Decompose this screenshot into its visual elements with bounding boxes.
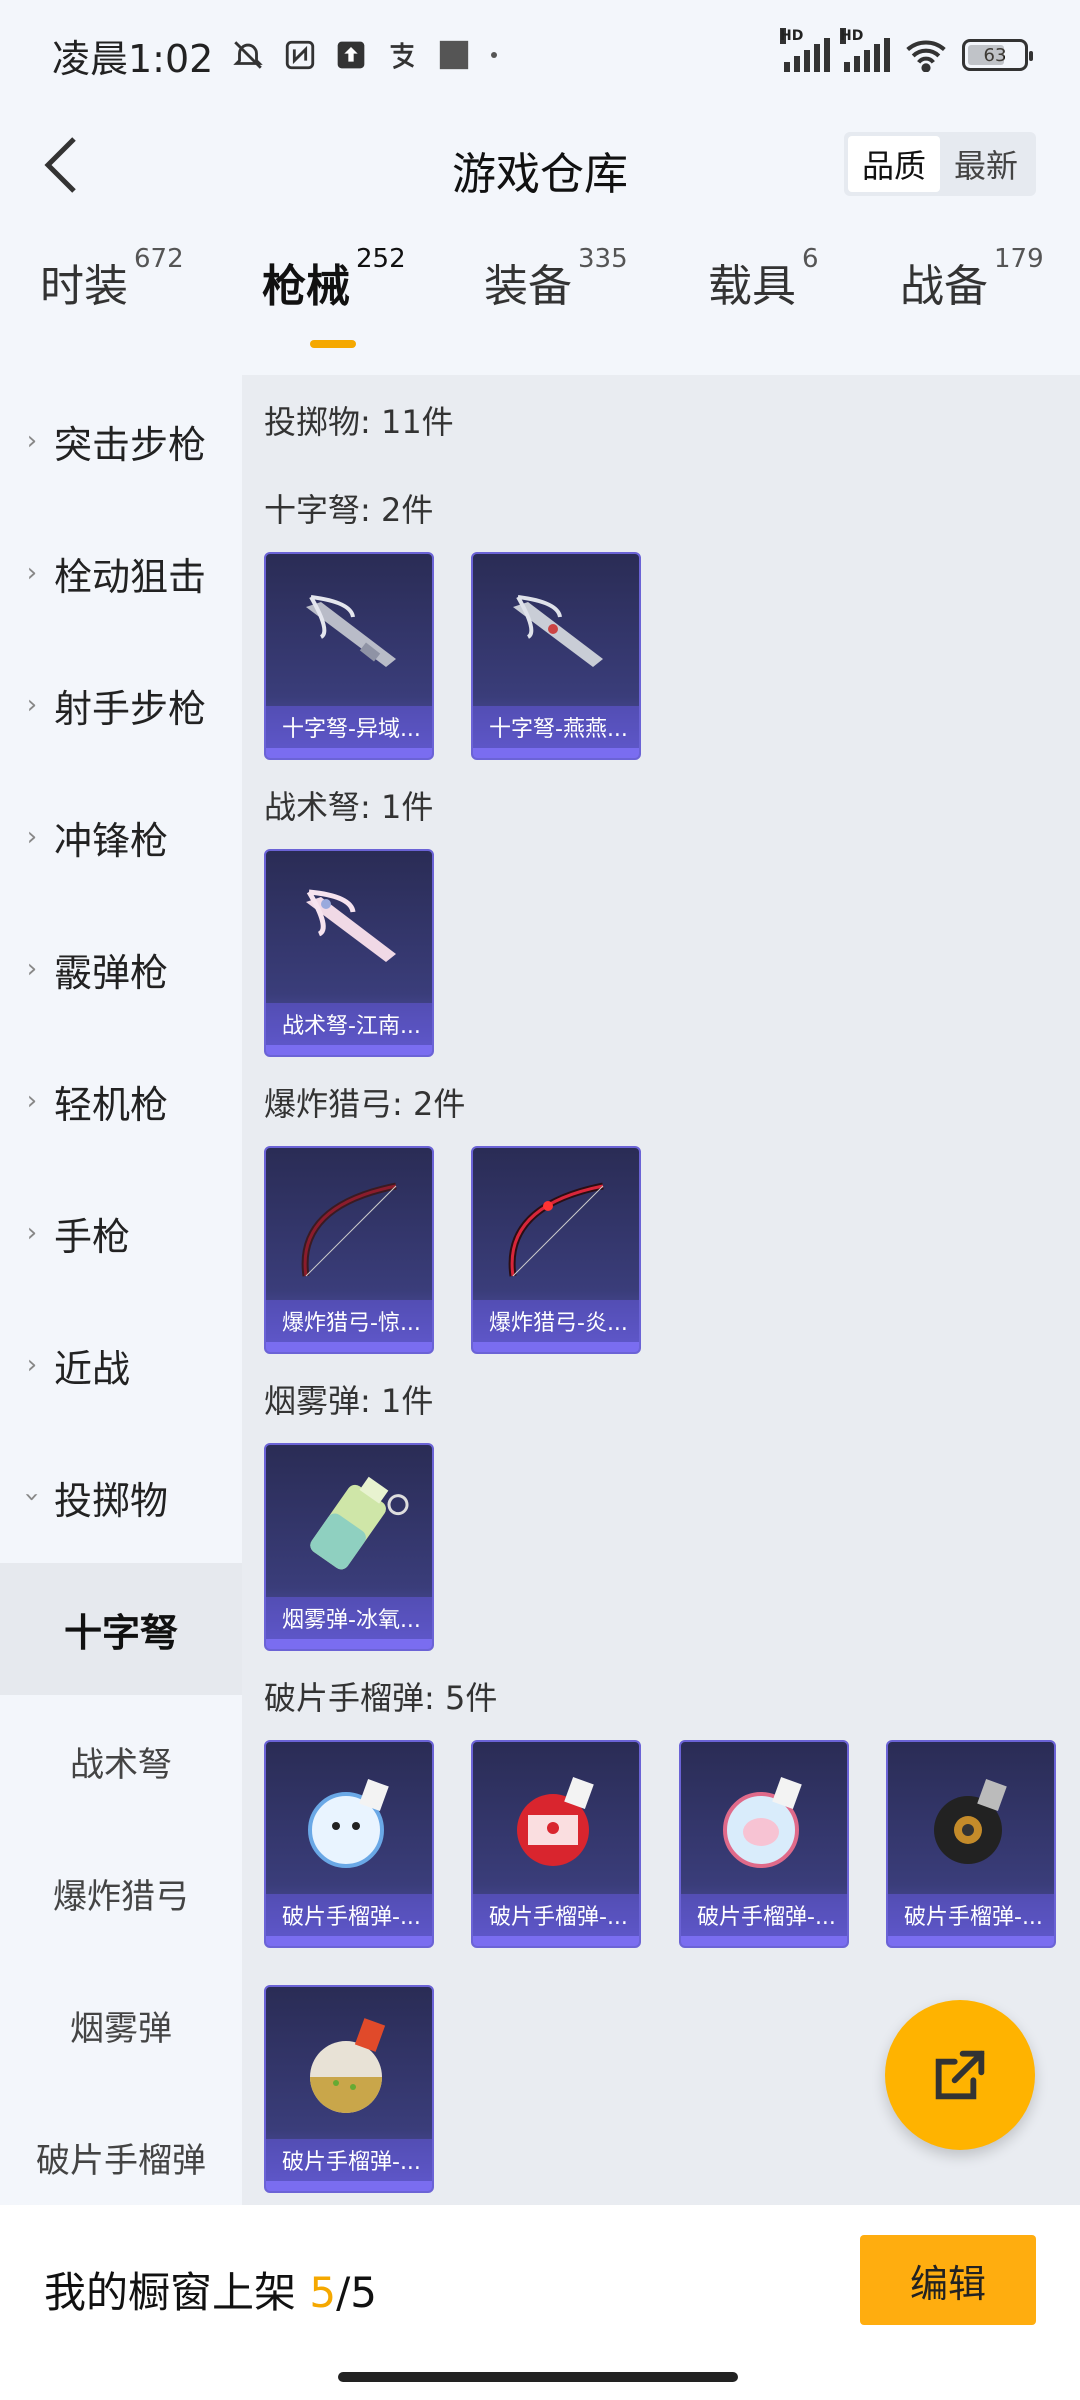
grenade-icon — [681, 1742, 847, 1898]
tab-equipment[interactable]: 装备 335 — [484, 244, 628, 314]
active-tab-indicator — [310, 340, 356, 348]
showcase-total-count: /5 — [336, 2268, 377, 2317]
item-card[interactable]: 烟雾弹-冰氧... — [264, 1443, 434, 1651]
sort-toggle: 品质 最新 — [843, 132, 1036, 196]
battery-icon: 63 — [962, 39, 1033, 71]
sidebar-sub-frag-grenade[interactable]: 破片手榴弹 — [0, 2091, 242, 2223]
item-card[interactable]: 破片手榴弹-... — [264, 1740, 434, 1948]
sidebar-item-pistol[interactable]: › 手枪 — [0, 1167, 242, 1299]
sidebar-item-marksman-rifle[interactable]: › 射手步枪 — [0, 639, 242, 771]
grenade-icon — [266, 1742, 432, 1898]
content-header: 投掷物: 11件 — [264, 403, 454, 441]
tab-firearms[interactable]: 枪械 252 — [262, 244, 406, 348]
sidebar-item-shotgun[interactable]: › 霰弹枪 — [0, 903, 242, 1035]
smoke-grenade-icon — [266, 1445, 432, 1601]
grenade-icon — [473, 1742, 639, 1898]
crossbow-icon — [266, 851, 432, 1007]
sidebar-item-melee[interactable]: › 近战 — [0, 1299, 242, 1431]
chevron-right-icon: › — [26, 690, 38, 720]
battery-level: 63 — [983, 44, 1007, 66]
chevron-right-icon: › — [26, 954, 38, 984]
sort-quality-button[interactable]: 品质 — [847, 136, 940, 192]
chevron-down-icon: › — [17, 1491, 47, 1503]
status-time: 凌晨1:02 — [52, 36, 214, 81]
bottom-bar: 我的橱窗上架 5/5 编辑 — [0, 2205, 1080, 2400]
app-square-icon — [437, 35, 471, 75]
item-card[interactable]: 破片手榴弹-... — [471, 1740, 641, 1948]
sidebar: › 突击步枪 › 栓动狙击 › 射手步枪 › 冲锋枪 › 霰弹枪 › 轻机枪 › 手枪 › 近战… — [0, 375, 242, 2205]
sort-newest-button[interactable]: 最新 — [940, 136, 1032, 192]
grenade-icon — [888, 1742, 1054, 1898]
chevron-right-icon: › — [26, 426, 38, 456]
tab-vehicles[interactable]: 载具 6 — [708, 244, 819, 314]
bow-icon — [473, 1148, 639, 1304]
sidebar-item-bolt-sniper[interactable]: › 栓动狙击 — [0, 507, 242, 639]
sidebar-item-smg[interactable]: › 冲锋枪 — [0, 771, 242, 903]
section-title: 爆炸猎弓: 2件 — [264, 1085, 466, 1123]
item-card[interactable]: 十字弩-异域... — [264, 552, 434, 760]
item-card[interactable]: 十字弩-燕燕... — [471, 552, 641, 760]
category-tabs: 时装 672 枪械 252 装备 335 载具 6 战备 179 — [0, 244, 1080, 360]
crossbow-icon — [266, 554, 432, 710]
sidebar-sub-explosive-bow[interactable]: 爆炸猎弓 — [0, 1827, 242, 1959]
item-card[interactable]: 爆炸猎弓-炎... — [471, 1146, 641, 1354]
share-button[interactable] — [885, 2000, 1035, 2150]
edit-button[interactable]: 编辑 — [860, 2235, 1036, 2325]
sidebar-item-assault-rifle[interactable]: › 突击步枪 — [0, 375, 242, 507]
showcase-status: 我的橱窗上架 5/5 — [44, 2268, 377, 2317]
item-card[interactable]: 爆炸猎弓-惊... — [264, 1146, 434, 1354]
item-grid: 投掷物: 11件 十字弩: 2件 十字弩-异域... 十字弩-燕燕... 战术弩… — [242, 375, 1080, 2205]
bow-icon — [266, 1148, 432, 1304]
home-indicator[interactable] — [338, 2372, 738, 2382]
signal-icon: HD — [780, 28, 830, 72]
bell-muted-icon — [231, 35, 265, 75]
showcase-current-count: 5 — [309, 2268, 337, 2317]
sidebar-item-lmg[interactable]: › 轻机枪 — [0, 1035, 242, 1167]
item-card[interactable]: 破片手榴弹-... — [264, 1985, 434, 2193]
nfc-icon — [283, 35, 317, 75]
item-card[interactable]: 战术弩-江南... — [264, 849, 434, 1057]
wifi-icon — [904, 35, 948, 75]
sidebar-item-throwables[interactable]: › 投掷物 — [0, 1431, 242, 1563]
upload-icon — [335, 35, 367, 75]
section-title: 战术弩: 1件 — [264, 788, 434, 826]
signal-icon: HD — [840, 28, 890, 72]
sidebar-sub-tactical-crossbow[interactable]: 战术弩 — [0, 1695, 242, 1827]
item-card[interactable]: 破片手榴弹-... — [679, 1740, 849, 1948]
dot-icon — [489, 35, 499, 75]
chevron-right-icon: › — [26, 558, 38, 588]
chevron-right-icon: › — [26, 1218, 38, 1248]
status-bar: 凌晨1:02 HD HD 63 — [0, 0, 1080, 110]
item-card[interactable]: 破片手榴弹-... — [886, 1740, 1056, 1948]
grenade-icon — [266, 1987, 432, 2143]
chevron-right-icon: › — [26, 1086, 38, 1116]
page-header: 游戏仓库 品质 最新 — [0, 110, 1080, 220]
section-title: 十字弩: 2件 — [264, 491, 434, 529]
chevron-right-icon: › — [26, 1350, 38, 1380]
tab-fashion[interactable]: 时装 672 — [40, 244, 184, 314]
sidebar-sub-crossbow[interactable]: 十字弩 — [0, 1563, 242, 1695]
section-title: 破片手榴弹: 5件 — [264, 1679, 498, 1717]
sidebar-sub-smoke[interactable]: 烟雾弹 — [0, 1959, 242, 2091]
alipay-icon — [385, 35, 419, 75]
tab-supplies[interactable]: 战备 179 — [900, 244, 1044, 314]
chevron-right-icon: › — [26, 822, 38, 852]
section-title: 烟雾弹: 1件 — [264, 1382, 434, 1420]
share-icon — [935, 2050, 985, 2100]
crossbow-icon — [473, 554, 639, 710]
